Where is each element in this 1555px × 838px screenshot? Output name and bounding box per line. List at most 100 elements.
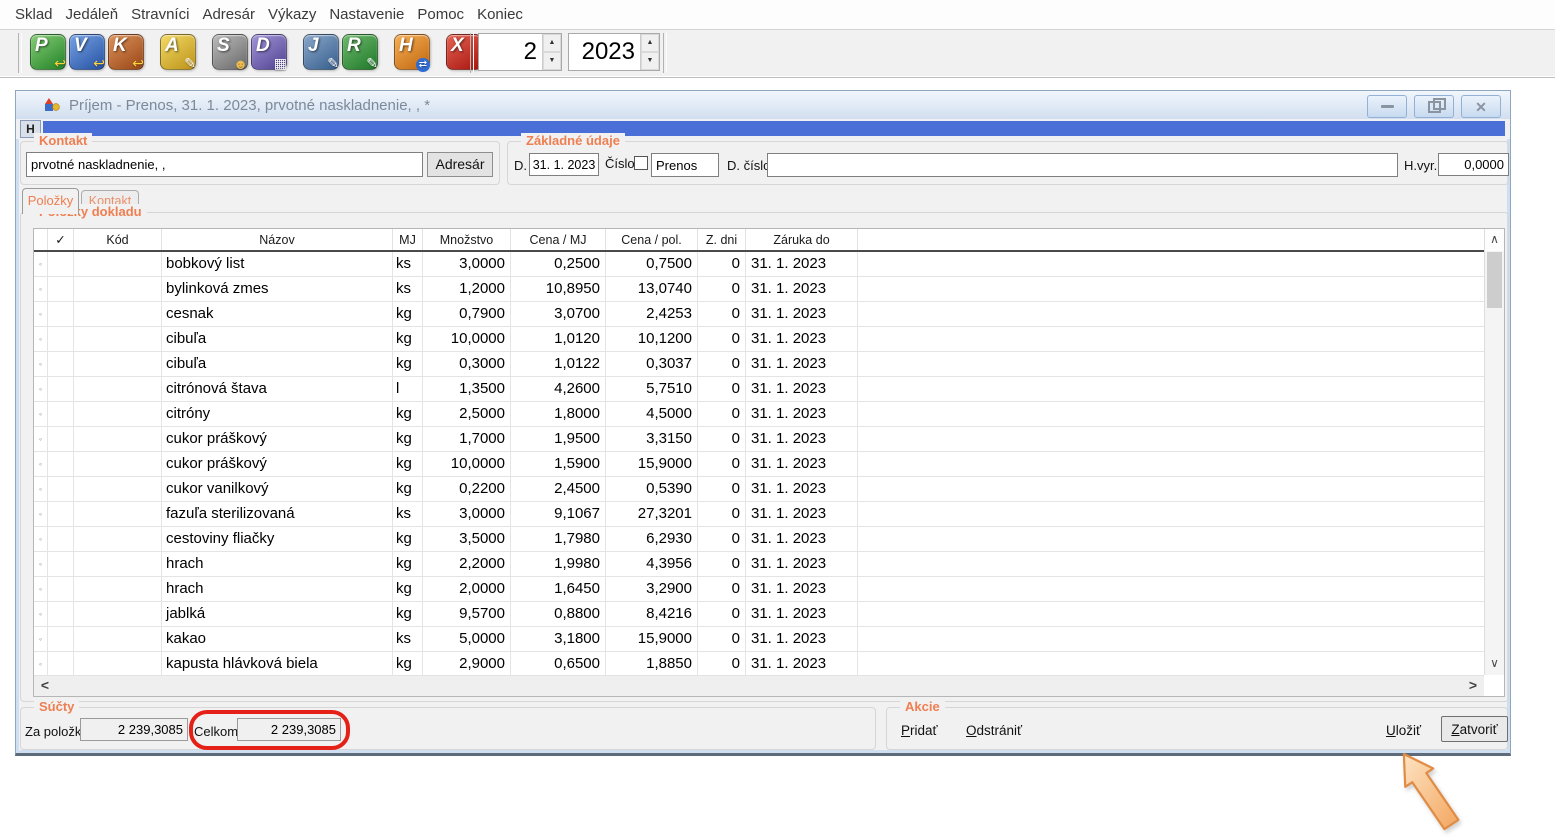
table-row[interactable]: ◦ kapusta hlávková biela kg 2,9000 0,650…: [34, 652, 1484, 677]
table-row[interactable]: ◦ kakao ks 5,0000 3,1800 15,9000 0 31. 1…: [34, 627, 1484, 652]
cell-check[interactable]: [48, 577, 74, 601]
restore-button[interactable]: [1414, 95, 1454, 118]
menu-item[interactable]: Jedáleň: [66, 6, 119, 23]
toolbar-button[interactable]: S ☻: [212, 34, 248, 70]
menu-item[interactable]: Sklad: [15, 6, 53, 23]
menu-item[interactable]: Pomoc: [417, 6, 464, 23]
toolbar-button[interactable]: K ↩: [108, 34, 144, 70]
vertical-scrollbar-thumb[interactable]: [1487, 252, 1502, 308]
vertical-scrollbar[interactable]: ∧ ∨: [1484, 229, 1504, 675]
horizontal-scrollbar[interactable]: < >: [34, 675, 1484, 696]
odstranit-link[interactable]: Odstrániť: [966, 723, 1022, 738]
cell-nazov: citróny: [162, 402, 393, 426]
menu-item[interactable]: Stravníci: [131, 6, 189, 23]
cell-check[interactable]: [48, 327, 74, 351]
cislo-checkbox[interactable]: [634, 156, 648, 170]
table-row[interactable]: ◦ cesnak kg 0,7900 3,0700 2,4253 0 31. 1…: [34, 302, 1484, 327]
table-row[interactable]: ◦ hrach kg 2,2000 1,9980 4,3956 0 31. 1.…: [34, 552, 1484, 577]
cell-check[interactable]: [48, 427, 74, 451]
ulozit-link[interactable]: Uložiť: [1386, 723, 1421, 738]
scroll-down-icon[interactable]: ∨: [1485, 653, 1504, 675]
scroll-left-icon[interactable]: <: [34, 676, 56, 696]
cell-kod: [74, 652, 162, 676]
scroll-up-icon[interactable]: ∧: [1485, 229, 1504, 251]
month-up-icon[interactable]: ▲: [543, 34, 561, 52]
adresar-button[interactable]: Adresár: [427, 152, 493, 177]
year-up-icon[interactable]: ▲: [641, 34, 659, 52]
cell-check[interactable]: [48, 477, 74, 501]
d-cislo-input[interactable]: [767, 153, 1398, 177]
table-row[interactable]: ◦ citrónová štava l 1,3500 4,2600 5,7510…: [34, 377, 1484, 402]
header-cena-mj[interactable]: Cena / MJ: [511, 229, 606, 250]
table-row[interactable]: ◦ cibuľa kg 0,3000 1,0122 0,3037 0 31. 1…: [34, 352, 1484, 377]
toolbar-button[interactable]: V ↩: [69, 34, 105, 70]
cell-check[interactable]: [48, 252, 74, 276]
header-cena-pol[interactable]: Cena / pol.: [606, 229, 698, 250]
date-input[interactable]: [529, 153, 599, 176]
cell-check[interactable]: [48, 377, 74, 401]
table-row[interactable]: ◦ cestoviny fliačky kg 3,5000 1,7980 6,2…: [34, 527, 1484, 552]
cell-check[interactable]: [48, 602, 74, 626]
cell-check[interactable]: [48, 402, 74, 426]
table-row[interactable]: ◦ hrach kg 2,0000 1,6450 3,2900 0 31. 1.…: [34, 577, 1484, 602]
month-down-icon[interactable]: ▼: [543, 52, 561, 70]
header-kod[interactable]: Kód: [74, 229, 162, 250]
h-vyr-input[interactable]: [1438, 153, 1509, 176]
toolbar-button[interactable]: H ⇄: [394, 34, 430, 70]
doc-type-input[interactable]: [651, 153, 719, 177]
cell-cena-pol: 0,3037: [606, 352, 698, 376]
table-row[interactable]: ◦ bobkový list ks 3,0000 0,2500 0,7500 0…: [34, 252, 1484, 277]
row-marker-icon: ◦: [34, 377, 48, 401]
toolbar-button[interactable]: J ✎: [303, 34, 339, 70]
header-nazov[interactable]: Názov: [162, 229, 393, 250]
table-body: ◦ bobkový list ks 3,0000 0,2500 0,7500 0…: [34, 252, 1484, 677]
cell-check[interactable]: [48, 302, 74, 326]
table-row[interactable]: ◦ jablká kg 9,5700 0,8800 8,4216 0 31. 1…: [34, 602, 1484, 627]
header-mnozstvo[interactable]: Množstvo: [423, 229, 511, 250]
month-value[interactable]: 2: [479, 34, 542, 70]
menu-item[interactable]: Nastavenie: [329, 6, 404, 23]
pridat-link[interactable]: Pridať: [901, 723, 938, 738]
cell-check[interactable]: [48, 352, 74, 376]
close-button[interactable]: ✕: [1461, 95, 1501, 118]
table-row[interactable]: ◦ cukor vanilkový kg 0,2200 2,4500 0,539…: [34, 477, 1484, 502]
menu-item[interactable]: Adresár: [202, 6, 255, 23]
table-row[interactable]: ◦ citróny kg 2,5000 1,8000 4,5000 0 31. …: [34, 402, 1484, 427]
header-mj[interactable]: MJ: [393, 229, 423, 250]
header-check-icon[interactable]: ✓: [48, 229, 74, 250]
kontakt-input[interactable]: [26, 152, 423, 177]
toolbar-button[interactable]: R ✎: [342, 34, 378, 70]
cell-check[interactable]: [48, 552, 74, 576]
table-row[interactable]: ◦ bylinková zmes ks 1,2000 10,8950 13,07…: [34, 277, 1484, 302]
toolbar-button[interactable]: P ↩: [30, 34, 66, 70]
minimize-button[interactable]: [1367, 95, 1407, 118]
scroll-right-icon[interactable]: >: [1462, 676, 1484, 696]
menu-item[interactable]: Koniec: [477, 6, 523, 23]
toolbar-button[interactable]: X: [446, 34, 482, 70]
cell-check[interactable]: [48, 277, 74, 301]
tab-polozky[interactable]: Položky: [22, 188, 79, 214]
header-z-dni[interactable]: Z. dni: [698, 229, 746, 250]
header-zaruka-do[interactable]: Záruka do: [746, 229, 858, 250]
cell-mj: kg: [393, 302, 423, 326]
cell-check[interactable]: [48, 452, 74, 476]
cell-cena-mj: 4,2600: [511, 377, 606, 401]
year-down-icon[interactable]: ▼: [641, 52, 659, 70]
table-row[interactable]: ◦ cukor práškový kg 1,7000 1,9500 3,3150…: [34, 427, 1484, 452]
cell-check[interactable]: [48, 627, 74, 651]
cell-check[interactable]: [48, 527, 74, 551]
window-titlebar[interactable]: Príjem - Prenos, 31. 1. 2023, prvotné na…: [16, 91, 1510, 119]
cell-kod: [74, 377, 162, 401]
table-row[interactable]: ◦ cukor práškový kg 10,0000 1,5900 15,90…: [34, 452, 1484, 477]
cell-nazov: jablká: [162, 602, 393, 626]
table-row[interactable]: ◦ cibuľa kg 10,0000 1,0120 10,1200 0 31.…: [34, 327, 1484, 352]
menu-item[interactable]: Výkazy: [268, 6, 316, 23]
cell-check[interactable]: [48, 652, 74, 676]
cell-mj: ks: [393, 502, 423, 526]
year-value[interactable]: 2023: [569, 34, 640, 70]
toolbar-button[interactable]: D ▦: [251, 34, 287, 70]
zatvorit-button[interactable]: Zatvoriť: [1441, 716, 1508, 742]
toolbar-button[interactable]: A ✎: [160, 34, 196, 70]
cell-check[interactable]: [48, 502, 74, 526]
table-row[interactable]: ◦ fazuľa sterilizovaná ks 3,0000 9,1067 …: [34, 502, 1484, 527]
